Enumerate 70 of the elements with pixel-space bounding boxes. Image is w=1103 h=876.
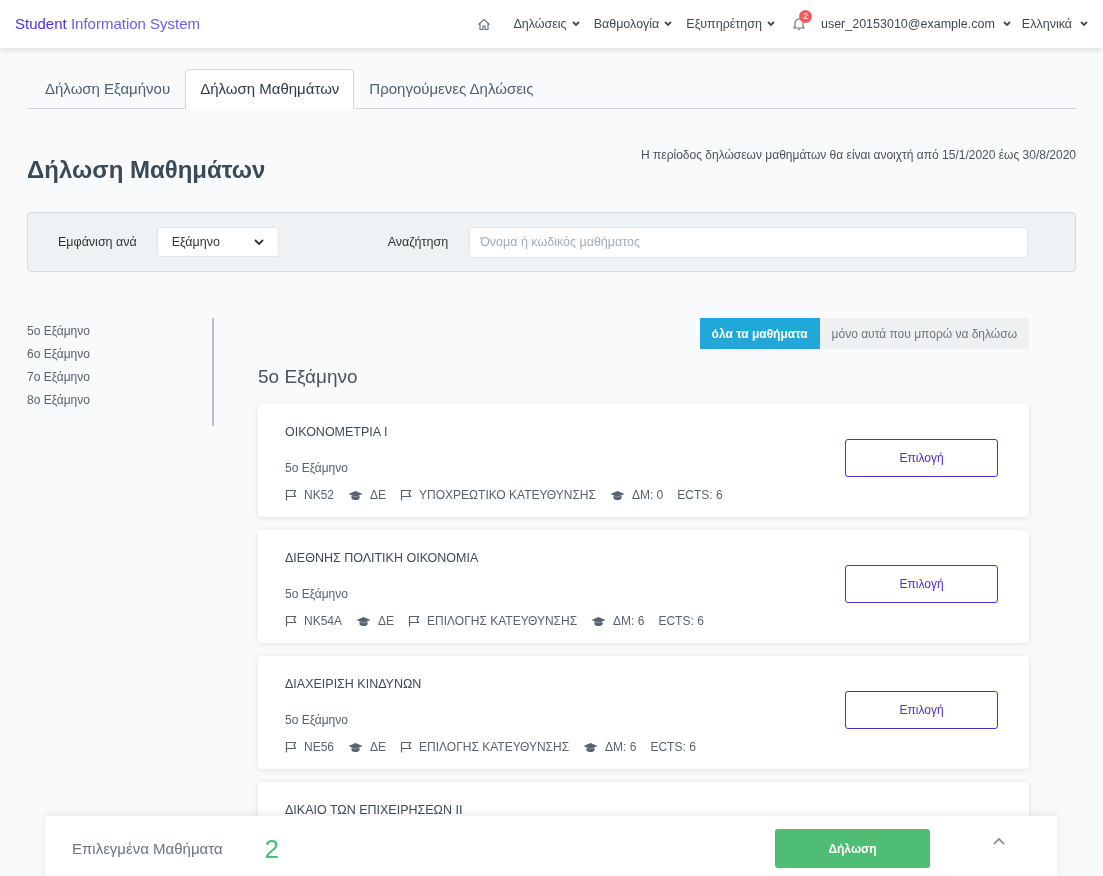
course-attribute: ΔΜ: 6 (605, 739, 637, 757)
graduation-cap-icon (609, 489, 625, 501)
graduation-cap-icon (583, 741, 599, 753)
course-semester: 5ο Εξάμηνο (285, 712, 349, 730)
course-attribute: NK52 (304, 487, 335, 505)
search-label: Αναζήτηση (387, 233, 449, 251)
course-attribute: ΔΕ (370, 739, 387, 757)
course-title: ΔΙΚΑΙΟ ΤΩΝ ΕΠΙΧΕΙΡΗΣΕΩΝ ΙΙ (285, 801, 463, 819)
chevron-down-icon (766, 21, 775, 27)
course-semester: 5ο Εξάμηνο (285, 460, 349, 478)
semester-link[interactable]: 5ο Εξάμηνο (27, 322, 90, 340)
show-by-label: Εμφάνιση ανά (58, 233, 137, 251)
flag-icon (400, 741, 413, 754)
home-icon[interactable] (477, 17, 492, 31)
language-menu[interactable]: Ελληνικά (1021, 14, 1088, 34)
course-attribute: ECTS: 6 (658, 613, 704, 631)
nav-menu[interactable]: Δηλώσεις (513, 14, 580, 34)
flag-icon (285, 615, 297, 628)
tab[interactable]: Δήλωση Μαθημάτων (185, 69, 355, 109)
show-by-select[interactable]: Εξάμηνο (156, 227, 279, 257)
search-field[interactable]: Όνομα ή κωδικός μαθήματος (469, 226, 1029, 258)
course-attribute: ΔΜ: 6 (613, 613, 645, 631)
course-attribute: ΕΠΙΛΟΓΗΣ ΚΑΤΕΥΘΥΝΣΗΣ (419, 739, 570, 757)
graduation-cap-icon (591, 615, 607, 627)
semester-link[interactable]: 6ο Εξάμηνο (27, 345, 90, 363)
page-heading: Δήλωση Μαθημάτων (27, 155, 266, 185)
nav-menu[interactable]: Βαθμολογία (593, 14, 673, 34)
notification-bell-icon[interactable] (792, 17, 805, 31)
course-semester: 5ο Εξάμηνο (285, 586, 349, 604)
filter-toggle[interactable]: μόνο αυτά που μπορώ να δηλώσω (819, 318, 1029, 349)
chevron-down-icon (253, 238, 264, 246)
period-note: Η περίοδος δηλώσεων μαθημάτων θα είναι ανοιχτή από 15/1/2020 έως 30/8/2020 (641, 147, 1076, 164)
course-attribute: ECTS: 6 (650, 739, 696, 757)
flag-icon (400, 489, 413, 502)
course-attribute: ΔΕ (370, 487, 387, 505)
course-attribute: ECTS: 6 (677, 487, 723, 505)
graduation-cap-icon (348, 741, 364, 753)
select-button[interactable]: Επιλογή (845, 438, 998, 477)
graduation-cap-icon (356, 615, 372, 627)
course-attribute: ΔΜ: 0 (631, 487, 664, 505)
course-attribute: NE56 (304, 739, 335, 757)
course-attribute: ΥΠΟΧΡΕΩΤΙΚΟ ΚΑΤΕΥΘΥΝΣΗΣ (419, 487, 596, 505)
selected-count: 2 (264, 833, 280, 866)
course-title: ΔΙΑΧΕΙΡΙΣΗ ΚΙΝΔΥΝΩΝ (285, 675, 423, 693)
semester-link[interactable]: 7ο Εξάμηνο (27, 368, 90, 386)
flag-icon (285, 741, 297, 754)
notification-count: 2 (798, 10, 812, 23)
chevron-down-icon (664, 21, 673, 27)
course-title: ΔΙΕΘΝΗΣ ΠΟΛΙΤΙΚΗ ΟΙΚΟΝΟΜΙΑ (285, 549, 480, 567)
tab[interactable]: Προηγούμενες Δηλώσεις (354, 69, 549, 109)
semester-link[interactable]: 8ο Εξάμηνο (27, 391, 90, 409)
graduation-cap-icon (348, 489, 364, 501)
chevron-up-icon[interactable] (993, 837, 1005, 845)
select-button[interactable]: Επιλογή (845, 690, 998, 729)
section-title: 5ο Εξάμηνο (258, 365, 359, 389)
selected-courses-label: Επιλεγμένα Μαθήματα (72, 839, 223, 859)
course-attribute: NK54A (304, 613, 343, 631)
select-button[interactable]: Επιλογή (845, 564, 998, 603)
chevron-down-icon (1080, 21, 1088, 27)
flag-icon (285, 489, 297, 502)
brand-name[interactable]: Student Information System (15, 14, 201, 32)
user-menu[interactable]: user_20153010@example.com (820, 14, 1011, 34)
course-attribute: ΔΕ (378, 613, 395, 631)
chevron-down-icon (1002, 21, 1011, 27)
chevron-down-icon (571, 21, 580, 27)
tab[interactable]: Δήλωση Εξαμήνου (30, 69, 186, 109)
flag-icon (408, 615, 421, 628)
nav-menu[interactable]: Εξυπηρέτηση (686, 14, 775, 34)
course-attribute: ΕΠΙΛΟΓΗΣ ΚΑΤΕΥΘΥΝΣΗΣ (427, 613, 578, 631)
course-title: ΟΙΚΟΝΟΜΕΤΡΙΑ Ι (285, 423, 389, 441)
